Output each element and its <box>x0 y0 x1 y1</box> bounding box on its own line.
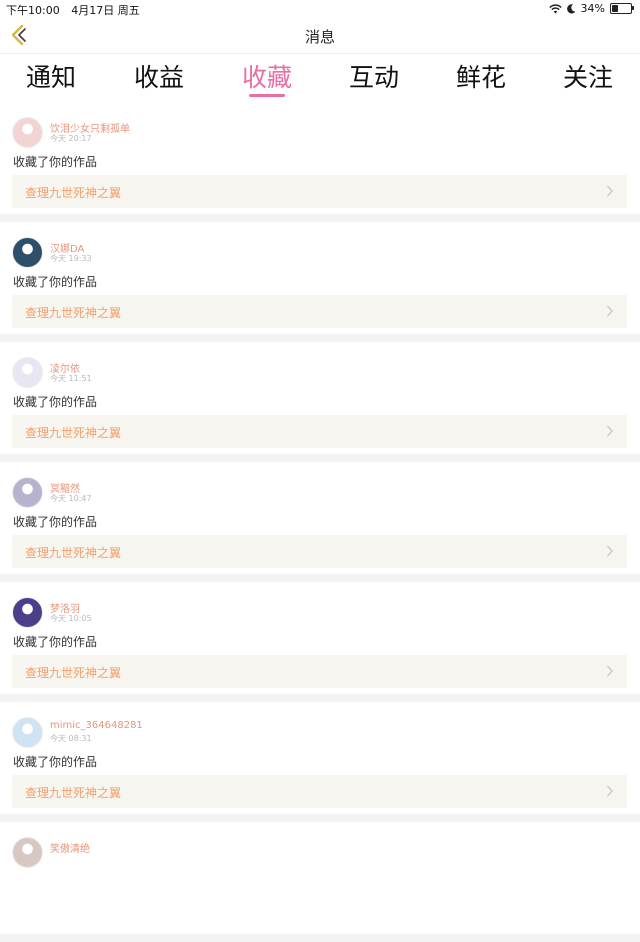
work-link[interactable]: 查理九世死神之翼 <box>12 295 627 328</box>
tab-notice[interactable]: 通知 <box>1 58 101 94</box>
avatar[interactable] <box>12 357 43 388</box>
action-text: 收藏了你的作品 <box>13 635 98 649</box>
list-item: 饮泪少女只剩孤单 今天 20:17 收藏了你的作品 查理九世死神之翼 <box>0 102 640 214</box>
battery-icon <box>610 3 634 14</box>
nav-bar: 消息 <box>0 17 640 54</box>
avatar[interactable] <box>12 717 43 748</box>
page-title: 消息 <box>304 28 335 46</box>
battery-fill <box>612 5 618 12</box>
list-item: 凌尔依 今天 11:51 收藏了你的作品 查理九世死神之翼 <box>0 342 640 454</box>
timestamp: 今天 19:33 <box>50 254 92 263</box>
avatar[interactable] <box>12 597 43 628</box>
action-text: 收藏了你的作品 <box>13 155 98 169</box>
status-left: 下午10:00 4月17日 周五 <box>6 2 140 18</box>
work-link[interactable]: 查理九世死神之翼 <box>12 415 627 448</box>
status-bar: 下午10:00 4月17日 周五 34% <box>0 0 640 17</box>
chevron-right-icon <box>607 665 613 677</box>
avatar[interactable] <box>12 477 43 508</box>
status-date: 4月17日 周五 <box>71 4 140 17</box>
action-text: 收藏了你的作品 <box>13 395 98 409</box>
list-item: mimic_364648281 今天 08:31 收藏了你的作品 查理九世死神之… <box>0 702 640 814</box>
chevron-right-icon <box>607 305 613 317</box>
work-title: 查理九世死神之翼 <box>25 186 122 200</box>
chevron-right-icon <box>607 545 613 557</box>
tab-interaction[interactable]: 互动 <box>324 58 424 94</box>
action-text: 收藏了你的作品 <box>13 275 98 289</box>
avatar[interactable] <box>12 237 43 268</box>
tab-favorites[interactable]: 收藏 <box>217 58 317 94</box>
work-link[interactable]: 查理九世死神之翼 <box>12 775 627 808</box>
work-link[interactable]: 查理九世死神之翼 <box>12 175 627 208</box>
work-title: 查理九世死神之翼 <box>25 306 122 320</box>
active-tab-indicator <box>249 94 285 97</box>
tab-follow[interactable]: 关注 <box>538 58 638 94</box>
wifi-icon <box>548 3 562 13</box>
moon-icon <box>566 3 576 14</box>
status-right: 34% <box>548 2 634 15</box>
list-item: 汉娜DA 今天 19:33 收藏了你的作品 查理九世死神之翼 <box>0 222 640 334</box>
battery-percent: 34% <box>580 2 605 15</box>
chevron-right-icon <box>607 185 613 197</box>
work-link[interactable]: 查理九世死神之翼 <box>12 655 627 688</box>
timestamp: 今天 10:05 <box>50 614 92 623</box>
timestamp: 今天 11:51 <box>50 374 92 383</box>
avatar[interactable] <box>12 117 43 148</box>
status-time: 下午10:00 <box>6 4 60 17</box>
action-text: 收藏了你的作品 <box>13 515 98 529</box>
timestamp: 今天 20:17 <box>50 134 92 143</box>
list-item: 笑傲清绝 <box>0 822 640 934</box>
tab-earnings[interactable]: 收益 <box>109 58 209 94</box>
timestamp: 今天 08:31 <box>50 734 92 743</box>
chevron-right-icon <box>607 785 613 797</box>
work-title: 查理九世死神之翼 <box>25 666 122 680</box>
action-text: 收藏了你的作品 <box>13 755 98 769</box>
favorites-list: 饮泪少女只剩孤单 今天 20:17 收藏了你的作品 查理九世死神之翼 汉娜DA … <box>0 102 640 942</box>
list-item: 梦洛羽 今天 10:05 收藏了你的作品 查理九世死神之翼 <box>0 582 640 694</box>
username[interactable]: mimic_364648281 <box>50 720 143 731</box>
timestamp: 今天 10:47 <box>50 494 92 503</box>
message-tabs: 通知 收益 收藏 互动 鲜花 关注 <box>0 54 640 102</box>
tab-flowers[interactable]: 鲜花 <box>431 58 531 94</box>
work-title: 查理九世死神之翼 <box>25 426 122 440</box>
work-link[interactable]: 查理九世死神之翼 <box>12 535 627 568</box>
work-title: 查理九世死神之翼 <box>25 786 122 800</box>
chevron-right-icon <box>607 425 613 437</box>
work-title: 查理九世死神之翼 <box>25 546 122 560</box>
list-item: 冥黯然 今天 10:47 收藏了你的作品 查理九世死神之翼 <box>0 462 640 574</box>
